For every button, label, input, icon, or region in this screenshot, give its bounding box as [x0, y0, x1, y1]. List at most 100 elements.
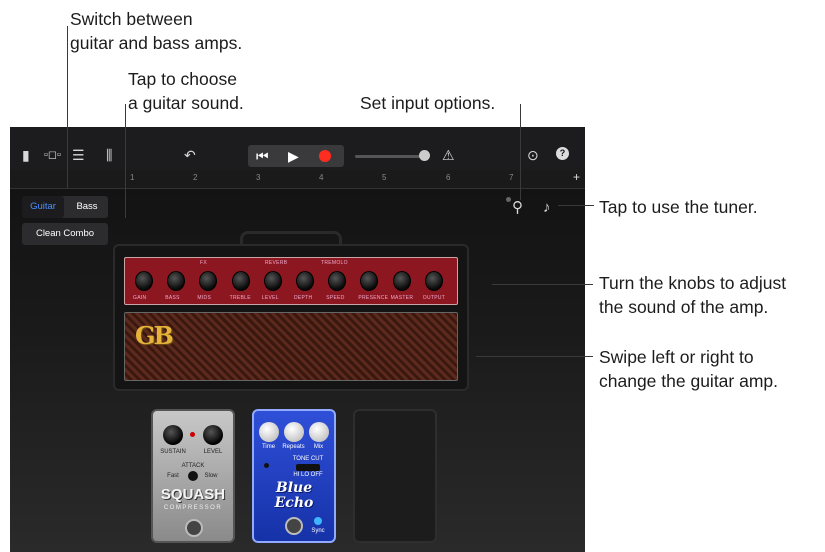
level-knob[interactable]: [203, 425, 223, 445]
leader-line: [492, 284, 593, 285]
callout-knobs-1: Turn the knobs to adjust: [599, 273, 787, 293]
transport-controls: ⏮ ▶: [248, 145, 344, 167]
status-led: [264, 463, 269, 468]
empty-pedal-slot[interactable]: [353, 409, 437, 543]
guitar-segment[interactable]: Guitar: [22, 196, 64, 218]
amp-type-switch: Guitar Bass: [22, 196, 108, 218]
amp-knob-gain[interactable]: [135, 271, 153, 291]
leader-line: [476, 356, 593, 357]
volume-knob[interactable]: [419, 150, 430, 161]
status-led: [190, 432, 195, 437]
amp-knob-label: TREBLE: [229, 295, 251, 301]
help-icon[interactable]: ?: [556, 147, 569, 160]
tracks-icon[interactable]: ☰: [72, 147, 85, 163]
amp-knob-label: GAIN: [133, 295, 147, 301]
leader-line: [67, 26, 68, 188]
callout-switch-amps-2: guitar and bass amps.: [70, 33, 243, 53]
bass-segment[interactable]: Bass: [66, 196, 108, 218]
view-toggle-icon[interactable]: ▫◻▫: [44, 147, 61, 163]
tuner-icon[interactable]: ♪: [543, 200, 551, 216]
attack-slow-label: Slow: [204, 473, 218, 479]
sync-label: Sync: [311, 528, 325, 534]
amp-knob-label: SPEED: [326, 295, 345, 301]
amp-knob-presence[interactable]: [360, 271, 379, 291]
callout-tuner: Tap to use the tuner.: [599, 197, 758, 217]
attack-fast-label: Fast: [167, 473, 179, 479]
mixer-icon[interactable]: ⫼: [106, 147, 112, 163]
sound-selector-button[interactable]: Clean Combo: [22, 223, 108, 245]
leader-line: [520, 104, 521, 200]
attack-switch[interactable]: [188, 471, 198, 481]
input-level-indicator: [506, 197, 511, 202]
callout-swipe-1: Swipe left or right to: [599, 347, 754, 367]
hi-lo-off-label: HI LO OFF: [293, 472, 323, 478]
attack-label: ATTACK: [181, 463, 205, 469]
amp-knob-mids[interactable]: [199, 271, 218, 291]
amp-knob-label: MIDS: [197, 295, 212, 301]
ruler-tick: 6: [446, 173, 451, 182]
amp-knob-label: PRESENCE: [358, 295, 389, 301]
add-section-button[interactable]: +: [573, 170, 580, 184]
callout-switch-amps-1: Switch between: [70, 9, 193, 29]
blue-echo-pedal[interactable]: Time Repeats Mix TONE CUT HI LO OFF Blue…: [252, 409, 336, 543]
amp-control-panel: FX REVERB TREMOLO GAIN BASS MIDS TREBLE LEVE…: [124, 257, 458, 305]
amp-knob-treble[interactable]: [231, 271, 250, 291]
squash-subtitle: COMPRESSOR: [163, 505, 223, 511]
amp-knob-master[interactable]: [392, 271, 411, 291]
timeline-ruler[interactable]: 1 2 3 4 5 6 7 +: [10, 170, 585, 189]
echo-name: Blue Echo: [266, 481, 322, 511]
amp-knob-label: OUTPUT: [422, 295, 446, 301]
ruler-tick: 1: [130, 173, 135, 182]
amp-knob-label: MASTER: [390, 295, 414, 301]
amp-knob-label: LEVEL: [261, 295, 279, 301]
ruler-tick: 2: [193, 173, 198, 182]
amp-knob-label: DEPTH: [294, 295, 313, 301]
level-label: LEVEL: [203, 449, 223, 455]
repeats-label: Repeats: [282, 444, 305, 450]
amp-logo: GB: [135, 321, 174, 350]
amp-knob-bass[interactable]: [167, 271, 186, 291]
sustain-label: SUSTAIN: [160, 449, 186, 455]
amp-knob-depth[interactable]: [296, 271, 314, 291]
sustain-knob[interactable]: [163, 425, 183, 445]
leader-line: [558, 205, 594, 206]
section-label-fx: FX: [200, 260, 207, 266]
toolbar: ▮ ▫◻▫ ☰ ⫼ ↶ ⏮ ▶ ⚠ ⊙ ?: [10, 127, 585, 170]
ruler-tick: 7: [509, 173, 514, 182]
callout-swipe-2: change the guitar amp.: [599, 371, 779, 391]
ruler-tick: 3: [256, 173, 261, 182]
time-knob[interactable]: [259, 422, 279, 442]
ruler-tick: 4: [319, 173, 324, 182]
mix-label: Mix: [313, 444, 324, 450]
record-icon[interactable]: [319, 150, 331, 162]
input-settings-icon[interactable]: ⚲: [512, 200, 523, 216]
rewind-icon[interactable]: ⏮: [256, 148, 269, 164]
section-label-tremolo: TREMOLO: [321, 260, 348, 266]
volume-slider[interactable]: [355, 155, 425, 158]
amp-knob-speed[interactable]: [328, 271, 347, 291]
amp[interactable]: FX REVERB TREMOLO GAIN BASS MIDS TREBLE LEVE…: [113, 244, 469, 391]
squash-pedal[interactable]: SUSTAIN LEVEL ATTACK Fast Slow SQUASH CO…: [151, 409, 235, 543]
document-icon[interactable]: ▮: [22, 147, 30, 163]
amp-knob-level[interactable]: [263, 271, 282, 291]
tone-cut-switch[interactable]: [296, 464, 320, 471]
metronome-icon[interactable]: ⚠: [442, 147, 455, 163]
tone-cut-label: TONE CUT: [292, 456, 324, 462]
footswitch[interactable]: [185, 519, 203, 537]
footswitch[interactable]: [285, 517, 303, 535]
settings-icon[interactable]: ⊙: [527, 147, 539, 163]
undo-icon[interactable]: ↶: [184, 147, 196, 163]
echo-name-line1: Blue: [275, 480, 313, 496]
section-label-reverb: REVERB: [265, 260, 288, 266]
time-label: Time: [261, 444, 276, 450]
play-icon[interactable]: ▶: [288, 148, 299, 164]
amp-knob-output[interactable]: [424, 271, 443, 291]
callout-knobs-2: the sound of the amp.: [599, 297, 769, 317]
echo-name-line2: Echo: [274, 495, 314, 511]
callout-choose-sound-2: a guitar sound.: [128, 93, 244, 113]
amp-grille: GB: [124, 312, 458, 381]
leader-line: [125, 104, 126, 218]
mix-knob[interactable]: [309, 422, 329, 442]
repeats-knob[interactable]: [284, 422, 304, 442]
sync-button[interactable]: [314, 517, 322, 525]
